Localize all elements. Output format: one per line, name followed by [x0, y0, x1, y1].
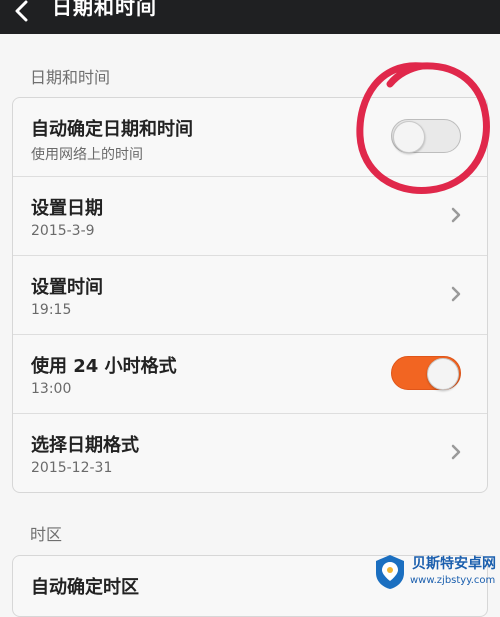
row-subtitle: 2015-12-31 — [31, 460, 113, 476]
date-format-row[interactable]: 选择日期格式 2015-12-31 — [13, 414, 487, 492]
use-24-hour-row[interactable]: 使用 24 小时格式 13:00 — [13, 335, 487, 414]
chevron-left-icon[interactable] — [6, 0, 36, 28]
toggle-knob — [427, 358, 459, 390]
use-24-hour-toggle[interactable] — [391, 356, 461, 390]
row-title: 选择日期格式 — [31, 435, 139, 456]
chevron-right-icon — [451, 286, 461, 302]
row-title: 自动确定时区 — [31, 577, 139, 598]
row-subtitle: 19:15 — [31, 302, 72, 318]
section-label-date-time: 日期和时间 — [30, 68, 111, 87]
chevron-right-icon — [451, 444, 461, 460]
section-label-timezone: 时区 — [30, 525, 63, 544]
row-subtitle: 13:00 — [31, 381, 72, 397]
page-title: 日期和时间 — [52, 0, 157, 19]
row-title: 使用 24 小时格式 — [31, 356, 177, 377]
top-bar: 日期和时间 — [0, 0, 500, 34]
row-subtitle: 2015-3-9 — [31, 223, 95, 239]
watermark-url: www.zjbstyy.com — [410, 575, 496, 586]
row-title: 设置时间 — [31, 277, 103, 298]
row-subtitle: 使用网络上的时间 — [31, 147, 143, 163]
red-circle-annotation — [356, 62, 490, 194]
row-title: 自动确定日期和时间 — [31, 119, 193, 140]
watermark: 贝斯特安卓网 www.zjbstyy.com — [370, 551, 498, 593]
row-title: 设置日期 — [31, 198, 103, 219]
set-time-row[interactable]: 设置时间 19:15 — [13, 256, 487, 335]
chevron-right-icon — [451, 207, 461, 223]
shield-icon — [376, 555, 404, 589]
watermark-name: 贝斯特安卓网 — [412, 556, 496, 572]
